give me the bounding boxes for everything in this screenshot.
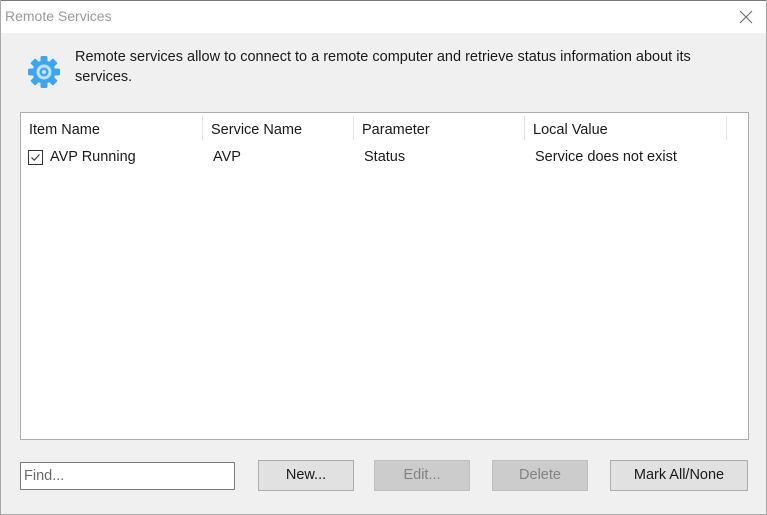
cell-service-name: AVP	[213, 149, 241, 165]
column-header-parameter[interactable]: Parameter	[354, 113, 525, 147]
table-row[interactable]: AVP Running AVP Status Service does not …	[21, 147, 748, 169]
info-description: Remote services allow to connect to a re…	[75, 49, 691, 85]
new-button[interactable]: New...	[258, 460, 354, 491]
find-input[interactable]	[20, 462, 235, 490]
services-list[interactable]: Item Name Service Name Parameter Local V…	[20, 112, 749, 440]
mark-all-none-button[interactable]: Mark All/None	[610, 460, 748, 491]
list-header: Item Name Service Name Parameter Local V…	[21, 113, 748, 147]
close-icon[interactable]	[738, 9, 754, 25]
cell-parameter: Status	[364, 149, 406, 165]
row-checkbox[interactable]	[28, 150, 43, 165]
column-header-item-name[interactable]: Item Name	[21, 113, 203, 147]
delete-button[interactable]: Delete	[492, 460, 588, 491]
title-bar: Remote Services	[1, 0, 766, 33]
cell-local-value: Service does not exist	[535, 149, 677, 165]
remote-services-dialog: Remote Services Remote services allow to…	[0, 0, 767, 515]
edit-button[interactable]: Edit...	[374, 460, 470, 491]
column-header-service-name[interactable]: Service Name	[203, 113, 354, 147]
column-header-local-value[interactable]: Local Value	[525, 113, 727, 147]
cell-item-name: AVP Running	[50, 149, 136, 165]
gear-icon	[27, 55, 61, 89]
window-title: Remote Services	[5, 8, 112, 24]
